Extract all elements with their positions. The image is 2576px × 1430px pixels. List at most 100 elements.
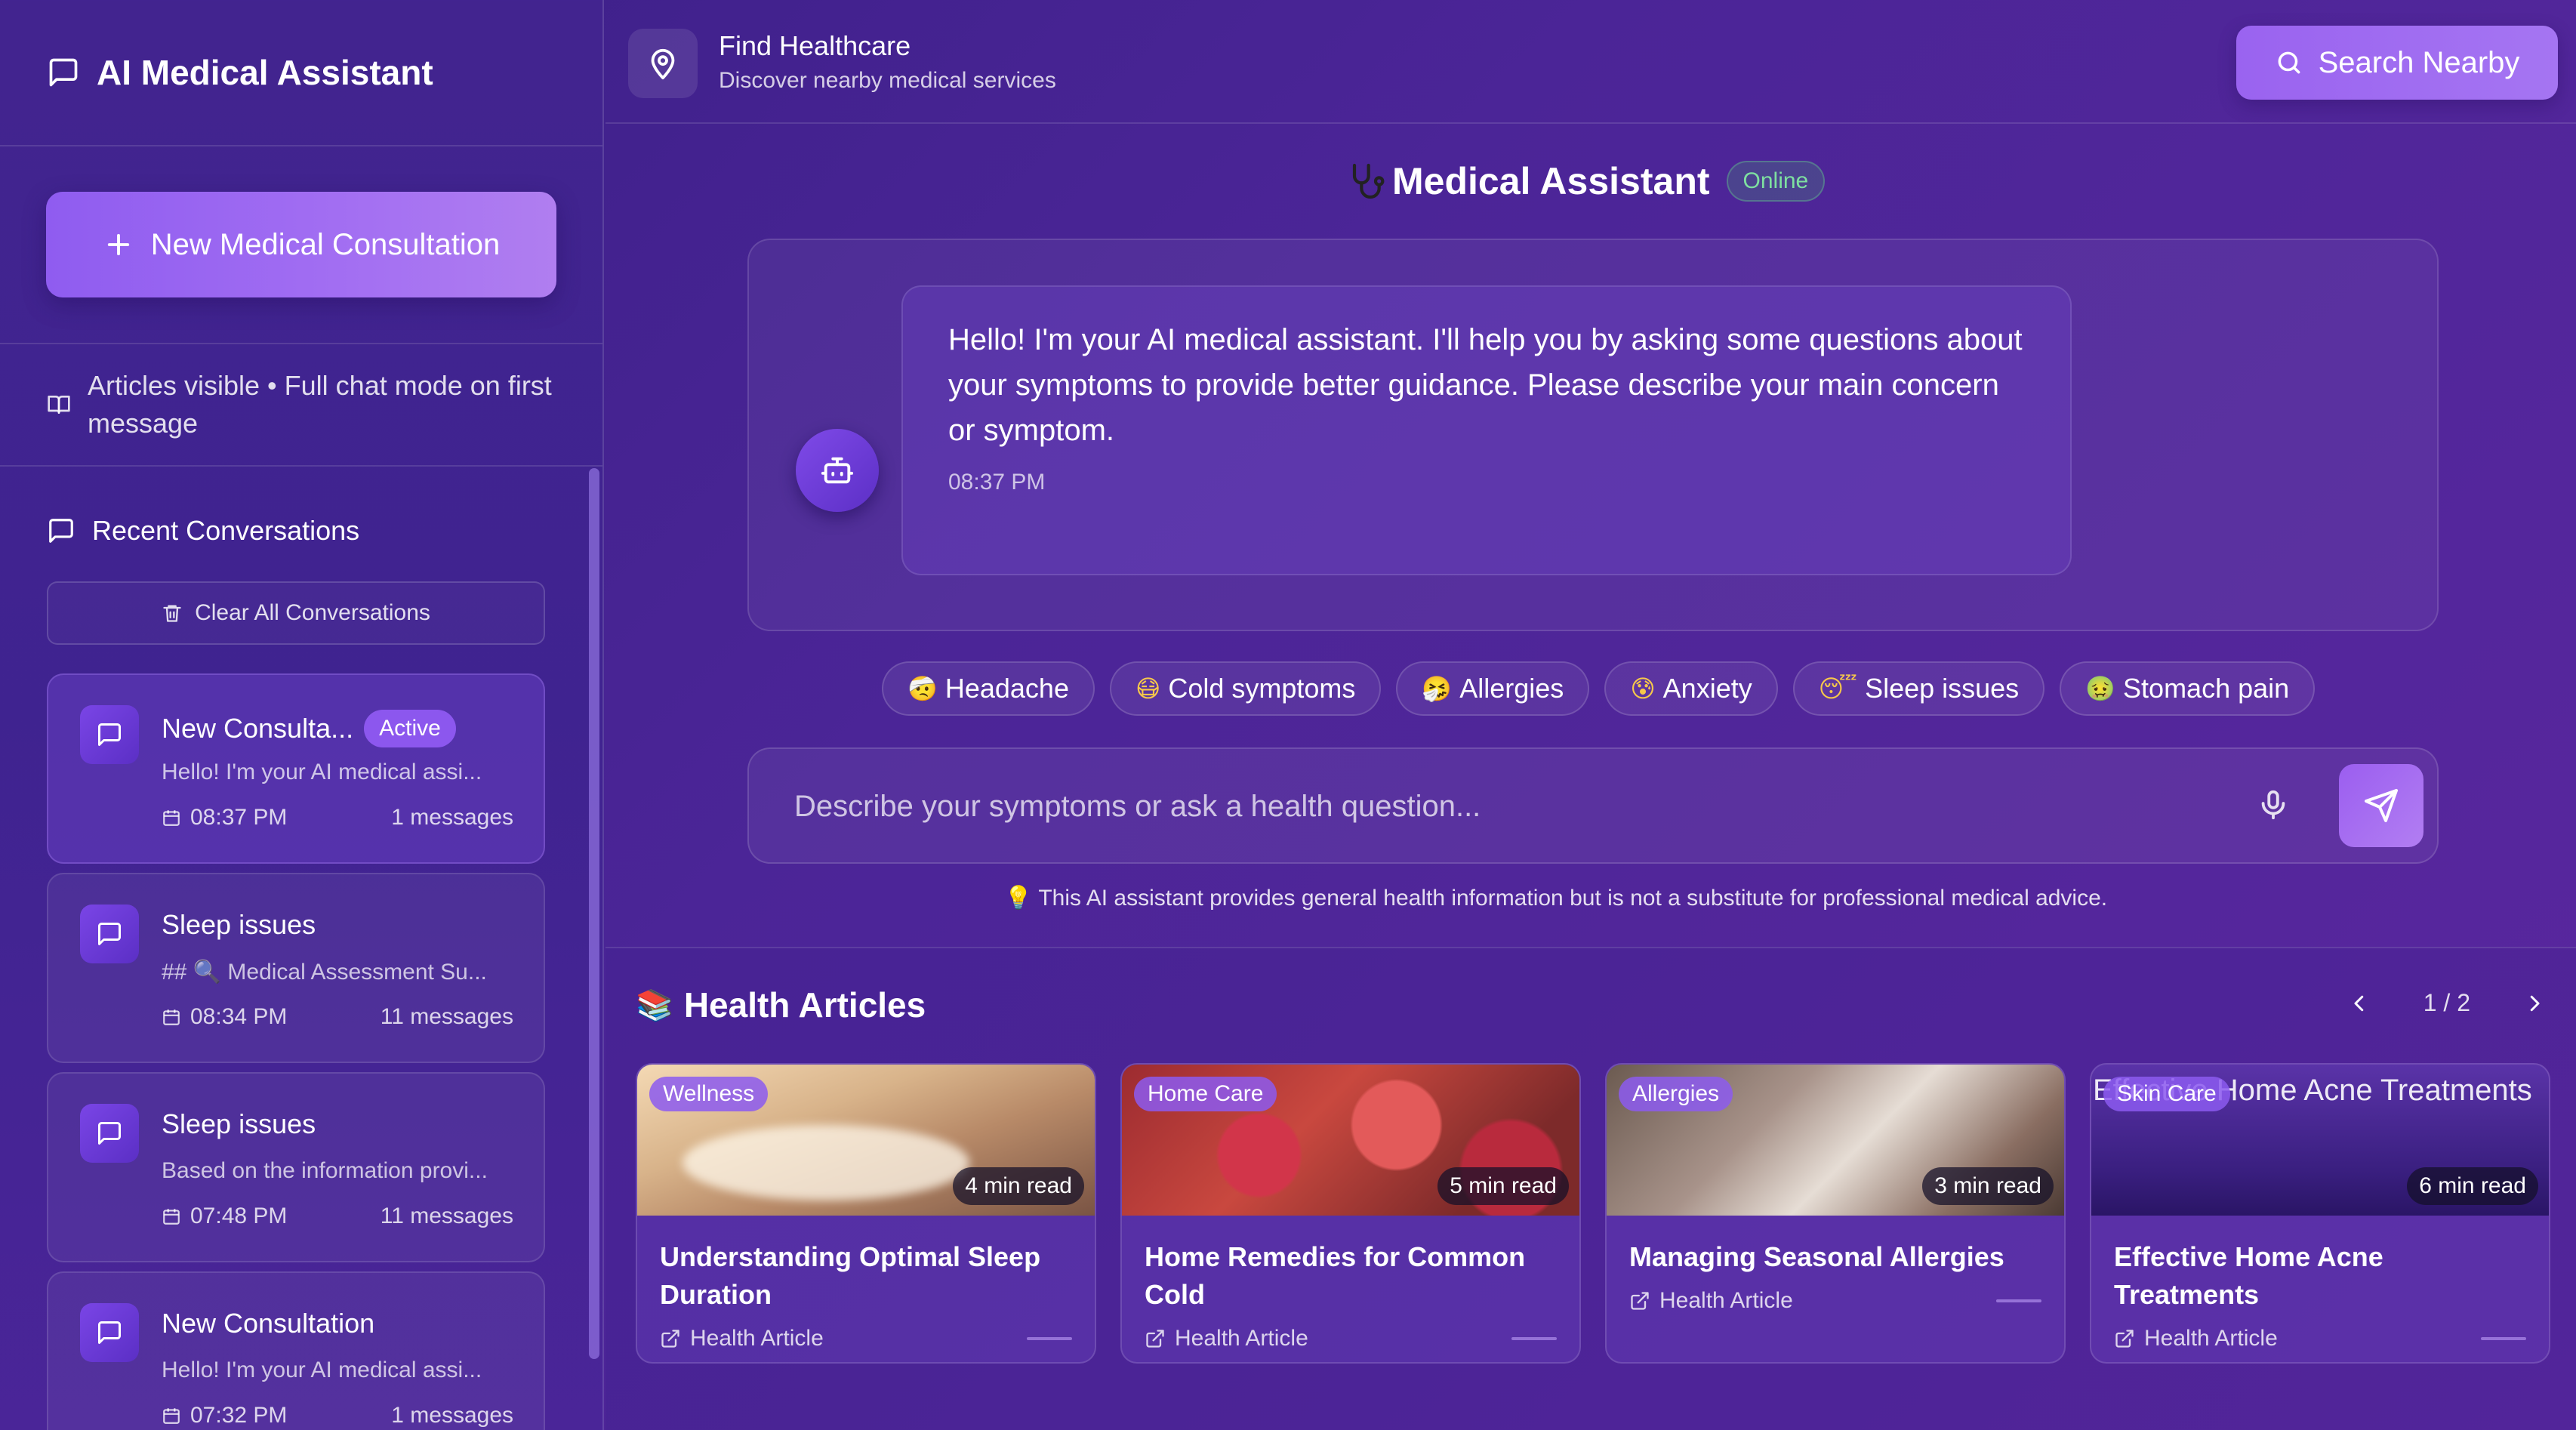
chip-label: Cold symptoms xyxy=(1168,673,1356,704)
chip-sleep-issues[interactable]: 😴 Sleep issues xyxy=(1792,661,2045,716)
conversation-item[interactable]: Sleep issues Based on the information pr… xyxy=(47,1072,545,1262)
search-nearby-button[interactable]: Search Nearby xyxy=(2236,26,2558,100)
chat-bubble-icon xyxy=(80,1104,139,1163)
app-title: AI Medical Assistant xyxy=(97,53,433,92)
message-input[interactable] xyxy=(794,779,2153,834)
article-source: Health Article xyxy=(1659,1288,1793,1313)
article-title: Home Remedies for Common Cold xyxy=(1145,1241,1526,1310)
sidebar: AI Medical Assistant New Medical Consult… xyxy=(0,0,604,1430)
message-count: 1 messages xyxy=(391,805,513,830)
disclaimer-text: This AI assistant provides general healt… xyxy=(1038,885,2108,911)
page-indicator: 1 / 2 xyxy=(2423,989,2470,1016)
emoji-icon: 😷 xyxy=(1135,674,1161,703)
assistant-message: Hello! I'm your AI medical assistant. I'… xyxy=(901,285,2072,575)
external-link-icon xyxy=(660,1328,681,1349)
message-composer xyxy=(747,747,2439,864)
plus-icon xyxy=(103,229,134,260)
message-count: 11 messages xyxy=(380,1203,513,1228)
find-healthcare-title: Find Healthcare xyxy=(719,30,911,61)
active-badge: Active xyxy=(364,710,456,747)
article-card[interactable]: Allergies 3 min read Managing Seasonal A… xyxy=(1605,1063,2066,1364)
emoji-icon: 🤧 xyxy=(1422,674,1453,703)
chat-bubble-icon xyxy=(47,516,75,545)
recent-conversations-title: Recent Conversations xyxy=(92,515,360,546)
health-articles-section: 📚 Health Articles 1 / 2 Wellness 4 min r… xyxy=(605,947,2576,1430)
conversation-preview: Hello! I'm your AI medical assi... xyxy=(162,1358,482,1382)
chip-label: Anxiety xyxy=(1662,673,1752,704)
find-healthcare-subtitle: Discover nearby medical services xyxy=(719,68,1056,93)
article-card[interactable]: Effective Home Acne Treatments Skin Care… xyxy=(2090,1063,2550,1364)
chip-label: Allergies xyxy=(1459,673,1564,704)
divider xyxy=(1027,1337,1072,1340)
article-source: Health Article xyxy=(690,1326,824,1351)
emoji-icon: 😰 xyxy=(1630,674,1656,703)
location-pin-icon xyxy=(628,29,698,98)
conversation-item[interactable]: New Consulta... Active Hello! I'm your A… xyxy=(47,673,545,864)
calendar-icon xyxy=(162,1207,181,1226)
trash-icon xyxy=(162,603,183,624)
health-articles-title: Health Articles xyxy=(683,985,926,1025)
books-icon: 📚 xyxy=(636,988,673,1023)
conversation-preview: Based on the information provi... xyxy=(162,1158,488,1183)
lightbulb-icon: 💡 xyxy=(1004,885,1033,911)
emoji-icon: 🤕 xyxy=(907,674,938,703)
read-time-badge: 5 min read xyxy=(1437,1167,1569,1205)
chat-bubble-icon xyxy=(47,56,80,89)
healthcare-topbar: Find Healthcare Discover nearby medical … xyxy=(605,0,2576,124)
external-link-icon xyxy=(2114,1328,2135,1349)
search-nearby-label: Search Nearby xyxy=(2318,45,2520,79)
message-text: Hello! I'm your AI medical assistant. I'… xyxy=(948,323,2023,447)
clear-conversations-button[interactable]: Clear All Conversations xyxy=(47,581,545,645)
external-link-icon xyxy=(1145,1328,1166,1349)
chip-cold-symptoms[interactable]: 😷 Cold symptoms xyxy=(1109,661,1382,716)
calendar-icon xyxy=(162,1406,181,1425)
conversation-time: 08:37 PM xyxy=(190,805,288,830)
new-consultation-label: New Medical Consultation xyxy=(150,227,501,261)
chevron-left-icon[interactable] xyxy=(2348,992,2371,1015)
conversation-time: 07:32 PM xyxy=(190,1403,288,1428)
chip-headache[interactable]: 🤕 Headache xyxy=(882,661,1095,716)
conversation-time: 08:34 PM xyxy=(190,1004,288,1029)
chip-label: Stomach pain xyxy=(2123,673,2290,704)
read-time-badge: 6 min read xyxy=(2407,1167,2538,1205)
chevron-right-icon[interactable] xyxy=(2523,992,2546,1015)
external-link-icon xyxy=(1629,1290,1650,1311)
conversation-list: New Consulta... Active Hello! I'm your A… xyxy=(47,673,545,1430)
conversation-preview: ## 🔍 Medical Assessment Su... xyxy=(162,960,487,985)
message-time: 08:37 PM xyxy=(948,470,1046,495)
conversation-item[interactable]: Sleep issues ## 🔍 Medical Assessment Su.… xyxy=(47,873,545,1063)
conversation-title: Sleep issues xyxy=(162,1108,316,1139)
message-count: 11 messages xyxy=(380,1004,513,1029)
chip-stomach-pain[interactable]: 🤢 Stomach pain xyxy=(2060,661,2316,716)
conversation-title: New Consulta... xyxy=(162,713,354,744)
message-count: 1 messages xyxy=(391,1403,513,1428)
chat-messages: Hello! I'm your AI medical assistant. I'… xyxy=(747,239,2439,631)
chat-bubble-icon xyxy=(80,705,139,764)
read-time-badge: 3 min read xyxy=(1922,1167,2054,1205)
article-title: Effective Home Acne Treatments xyxy=(2114,1241,2383,1310)
chip-anxiety[interactable]: 😰 Anxiety xyxy=(1604,661,1778,716)
article-source: Health Article xyxy=(2144,1326,2278,1351)
new-consultation-button[interactable]: New Medical Consultation xyxy=(46,192,556,297)
article-title: Understanding Optimal Sleep Duration xyxy=(660,1241,1041,1310)
chip-allergies[interactable]: 🤧 Allergies xyxy=(1396,661,1590,716)
divider xyxy=(1996,1299,2041,1302)
stethoscope-icon xyxy=(1344,160,1386,202)
send-button[interactable] xyxy=(2339,764,2423,847)
quick-symptom-chips: 🤕 Headache 😷 Cold symptoms 🤧 Allergies 😰 Anx… xyxy=(882,661,2330,716)
article-card[interactable]: Home Care 5 min read Home Remedies for C… xyxy=(1120,1063,1581,1364)
sidebar-scrollbar[interactable] xyxy=(589,468,599,1359)
mode-indicator: Articles visible • Full chat mode on fir… xyxy=(0,344,602,467)
calendar-icon xyxy=(162,1007,181,1027)
articles-pager: 1 / 2 xyxy=(2348,989,2546,1017)
article-category-tag: Skin Care xyxy=(2103,1077,2230,1111)
chat-bubble-icon xyxy=(80,1303,139,1362)
conversation-item[interactable]: New Consultation Hello! I'm your AI medi… xyxy=(47,1271,545,1430)
chat-header: Medical Assistant Online xyxy=(1344,151,1826,211)
calendar-icon xyxy=(162,808,181,827)
article-card[interactable]: Wellness 4 min read Understanding Optima… xyxy=(636,1063,1096,1364)
recent-conversations-header: Recent Conversations xyxy=(0,512,602,550)
microphone-icon[interactable] xyxy=(2256,782,2291,827)
chip-label: Sleep issues xyxy=(1865,673,2020,704)
conversation-title: Sleep issues xyxy=(162,909,316,940)
